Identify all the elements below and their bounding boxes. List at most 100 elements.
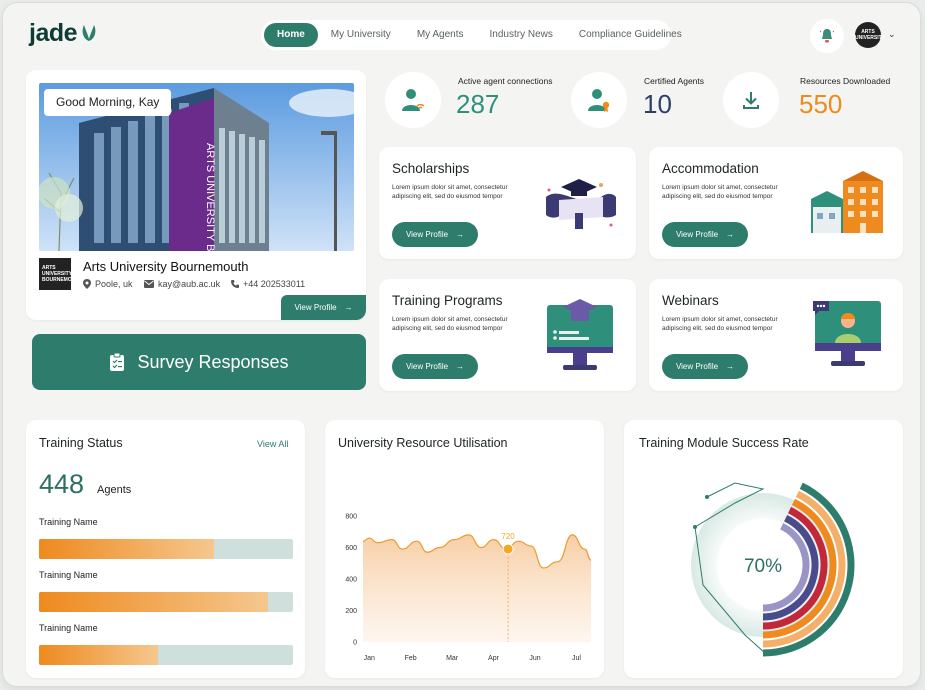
agent-wifi-icon — [402, 89, 425, 111]
resource-utilisation-chart: 0 200 400 600 800 Jan Feb Mar Apr Jun Jul 720 — [345, 514, 592, 662]
webinars-description: Lorem ipsum dolor sit amet, consectetur … — [662, 316, 778, 332]
accommodation-description: Lorem ipsum dolor sit amet, consectetur … — [662, 184, 778, 200]
webinars-title: Webinars — [662, 293, 719, 308]
y-tick-label: 400 — [345, 577, 357, 584]
training-progress-fill — [39, 645, 159, 665]
survey-responses-button[interactable]: Survey Responses — [32, 334, 366, 390]
clipboard-icon — [110, 352, 125, 371]
training-name-label: Training Name — [39, 517, 98, 527]
active-connections-value: 287 — [456, 89, 500, 119]
training-name-label: Training Name — [39, 570, 98, 580]
training-status-title: Training Status — [39, 436, 123, 450]
y-tick-label: 600 — [345, 545, 357, 552]
agents-count-label: Agents — [97, 484, 132, 496]
arrow-right-icon: → — [344, 303, 353, 312]
webinars-view-profile-button[interactable]: View Profile → — [662, 354, 748, 379]
certified-agents-label: Certified Agents — [644, 76, 705, 86]
training-progress-fill — [39, 539, 215, 559]
nav-industry-news[interactable]: Industry News — [477, 23, 566, 47]
view-all-link[interactable]: View All — [257, 439, 288, 449]
app-window: jade Home My University My Agents Indust… — [3, 3, 920, 686]
notification-button[interactable] — [810, 19, 844, 53]
training-progress-bar — [39, 539, 293, 559]
download-icon — [743, 92, 759, 109]
webinar-presenter-icon — [813, 301, 881, 366]
training-progress-bar — [39, 645, 293, 665]
x-tick-label: Apr — [488, 655, 500, 662]
training-programs-view-profile-button[interactable]: View Profile → — [392, 354, 478, 379]
arrow-right-icon: → — [726, 230, 735, 239]
scholarships-view-profile-button[interactable]: View Profile → — [392, 222, 478, 247]
scholarships-button-label: View Profile — [405, 230, 449, 239]
training-name-label: Training Name — [39, 623, 98, 633]
active-connections-label: Active agent connections — [458, 76, 553, 86]
accommodation-button-label: View Profile — [675, 230, 719, 239]
x-tick-label: Feb — [405, 655, 417, 662]
email-text[interactable]: kay@aub.ac.uk — [158, 279, 220, 289]
nav-my-university[interactable]: My University — [318, 23, 404, 47]
radar-point — [705, 495, 709, 499]
success-rate-value: 70% — [744, 556, 782, 577]
scholarships-title: Scholarships — [392, 161, 470, 176]
location-text: Poole, uk — [95, 279, 133, 289]
leaf-logo-icon — [82, 25, 96, 41]
phone-text[interactable]: +44 202533011 — [243, 279, 305, 289]
webinars-button-label: View Profile — [675, 362, 719, 371]
resource-utilisation-title: University Resource Utilisation — [338, 436, 508, 450]
survey-responses-label: Survey Responses — [137, 351, 289, 372]
x-tick-label: Jan — [364, 655, 375, 662]
nav-home[interactable]: Home — [264, 23, 318, 47]
x-tick-label: Jun — [529, 655, 540, 662]
email-info: kay@aub.ac.uk — [144, 279, 220, 289]
y-tick-label: 200 — [345, 608, 357, 615]
view-profile-button[interactable]: View Profile → — [281, 295, 366, 320]
nav-compliance-guidelines[interactable]: Compliance Guidelines — [566, 23, 695, 47]
arrow-right-icon: → — [456, 230, 465, 239]
main-nav: Home My University My Agents Industry Ne… — [261, 20, 682, 50]
bell-icon — [820, 29, 834, 43]
location-pin-icon — [83, 279, 91, 289]
success-rate-title: Training Module Success Rate — [639, 436, 809, 450]
certified-agent-icon — [588, 89, 610, 112]
resources-downloaded-stat-icon — [723, 72, 779, 128]
y-tick-label: 800 — [345, 514, 357, 521]
online-course-monitor-icon — [547, 299, 613, 370]
building-sign-text: ARTS UNIVERSITY BOURNEMOUTH — [204, 143, 216, 251]
resources-downloaded-value: 550 — [799, 89, 843, 119]
agents-count: 448 — [39, 469, 85, 499]
x-tick-label: Mar — [446, 655, 459, 662]
app-logo[interactable]: jade — [29, 19, 78, 48]
arrow-right-icon: → — [726, 362, 735, 371]
university-logo: ARTS UNIVERSITY BOURNEMOUTH — [39, 258, 82, 290]
highlight-label: 720 — [501, 532, 515, 541]
greeting-badge: Good Morning, Kay — [44, 89, 172, 116]
arrow-right-icon: → — [456, 362, 465, 371]
phone-icon — [231, 280, 239, 288]
chevron-down-icon[interactable]: ⌄ — [888, 29, 896, 40]
view-profile-label: View Profile — [294, 303, 337, 312]
highlight-point — [502, 543, 514, 555]
certified-agents-value: 10 — [643, 89, 672, 119]
training-programs-title: Training Programs — [392, 293, 503, 308]
training-progress-bar — [39, 592, 293, 612]
certified-agents-stat-icon — [571, 72, 627, 128]
nav-my-agents[interactable]: My Agents — [404, 23, 477, 47]
y-tick-label: 0 — [353, 640, 357, 647]
resources-downloaded-label: Resources Downloaded — [800, 76, 891, 86]
user-avatar[interactable]: ARTS UNIVERSITY — [855, 22, 885, 48]
mail-icon — [144, 280, 154, 288]
success-rate-radial-chart: 70% — [691, 482, 855, 657]
area-fill — [363, 534, 591, 642]
accommodation-view-profile-button[interactable]: View Profile → — [662, 222, 748, 247]
agent-connections-stat-icon — [385, 72, 441, 128]
phone-info: +44 202533011 — [231, 279, 305, 289]
university-name: Arts University Bournemouth — [83, 259, 249, 274]
graduation-scroll-icon — [546, 179, 616, 229]
radar-point — [693, 525, 697, 529]
training-programs-description: Lorem ipsum dolor sit amet, consectetur … — [392, 316, 508, 332]
x-tick-label: Jul — [572, 655, 581, 662]
scholarships-description: Lorem ipsum dolor sit amet, consectetur … — [392, 184, 508, 200]
buildings-icon — [811, 171, 883, 233]
training-programs-button-label: View Profile — [405, 362, 449, 371]
location-info: Poole, uk — [83, 279, 133, 289]
